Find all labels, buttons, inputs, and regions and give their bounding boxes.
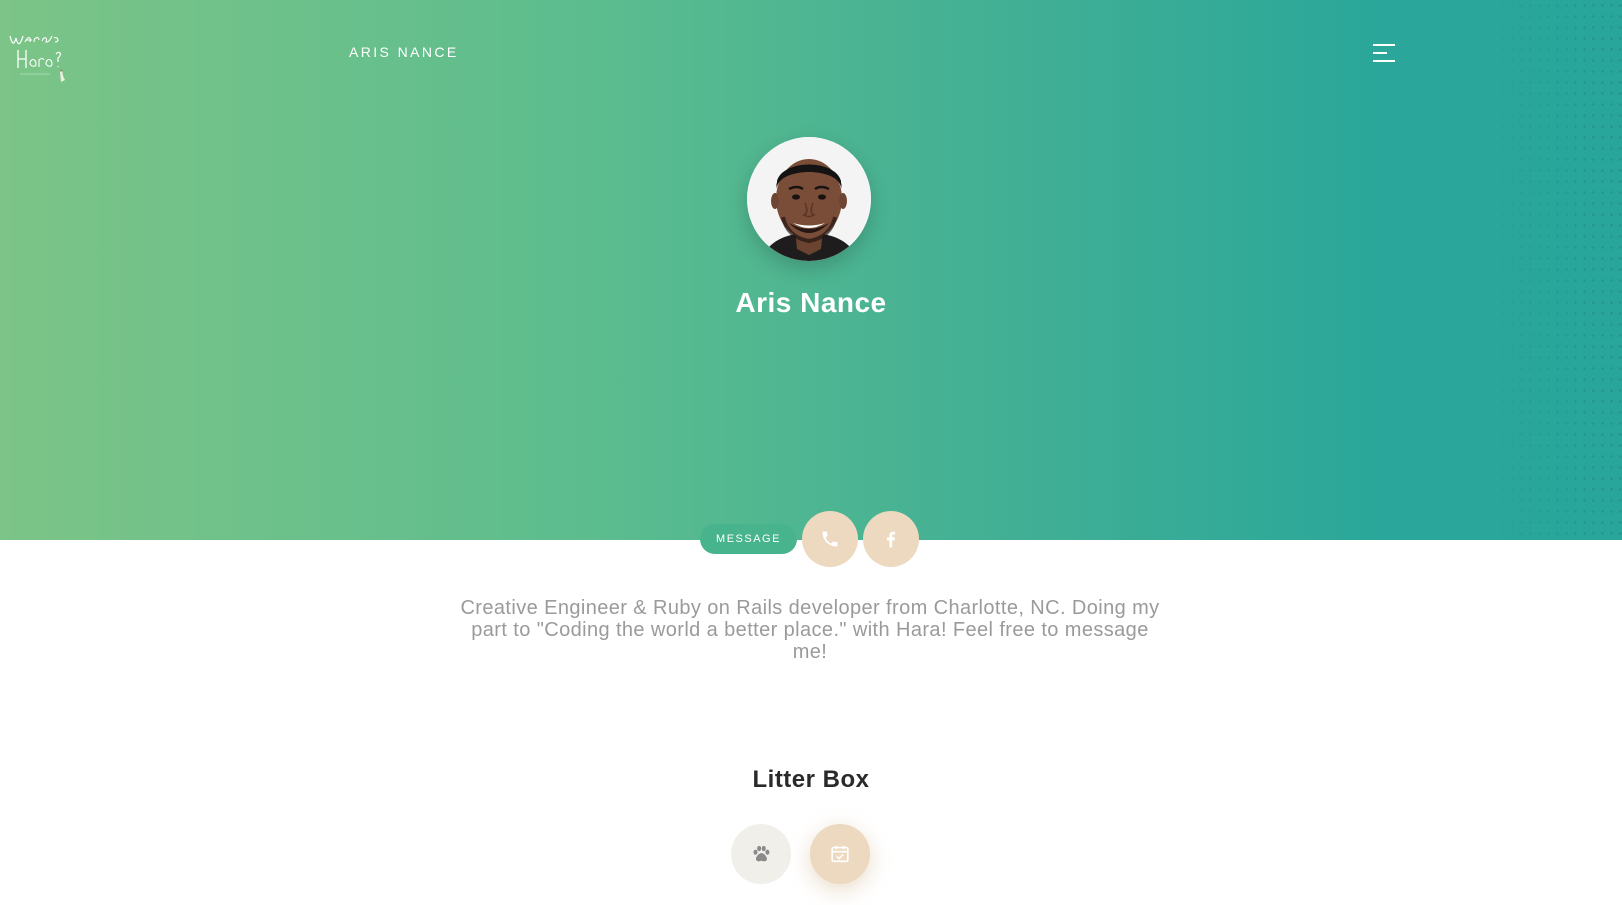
avatar [747, 137, 871, 261]
calendar-tab-button[interactable] [810, 824, 870, 884]
profile-actions: MESSAGE [700, 511, 930, 567]
profile-bio: Creative Engineer & Ruby on Rails develo… [460, 597, 1160, 663]
hamburger-menu-icon[interactable] [1373, 44, 1397, 64]
paw-icon [753, 845, 770, 862]
wheres-hara-logo[interactable] [6, 24, 70, 88]
facebook-button[interactable] [863, 511, 919, 567]
profile-hero: ARIS NANCE Aris Nance [0, 0, 1622, 540]
dot-pattern [1472, 0, 1622, 540]
phone-button[interactable] [802, 511, 858, 567]
facebook-icon [886, 531, 896, 548]
section-title: Litter Box [752, 766, 870, 793]
brand-title[interactable]: ARIS NANCE [349, 44, 459, 60]
message-button[interactable]: MESSAGE [700, 524, 797, 554]
avatar-portrait [747, 137, 871, 261]
calendar-check-icon [831, 845, 849, 863]
paw-tab-button[interactable] [731, 824, 791, 884]
phone-icon [822, 531, 838, 547]
profile-name: Aris Nance [735, 287, 887, 318]
